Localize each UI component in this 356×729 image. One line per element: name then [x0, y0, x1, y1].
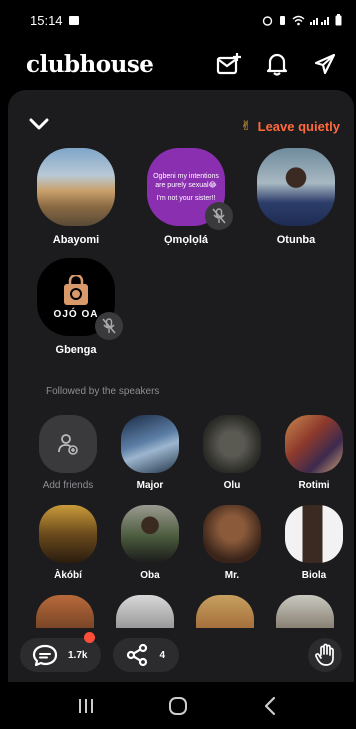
avatar [39, 505, 97, 563]
add-friends-button[interactable]: Add friends [28, 415, 108, 491]
add-person-icon [58, 434, 78, 455]
avatar [39, 415, 97, 473]
listener-name: Rotimi [298, 480, 330, 491]
chevron-down-icon [29, 118, 49, 129]
speaker-tile[interactable]: Ogbeni my intentions are purely sexual😂 … [133, 148, 239, 246]
listener-tile[interactable]: Biola [274, 505, 354, 581]
home-button[interactable] [158, 691, 198, 721]
status-icons [262, 14, 342, 26]
collapse-room-button[interactable] [28, 117, 50, 136]
notifications-button[interactable] [264, 51, 290, 77]
share-count: 4 [159, 649, 166, 661]
listener-name: Add friends [42, 480, 94, 491]
speaker-name: Ọmọlọlá [163, 234, 208, 246]
unread-badge [84, 632, 96, 643]
avatar [203, 415, 261, 473]
room-action-bar: 1.7k 4 [8, 628, 354, 682]
home-icon [169, 696, 187, 715]
share-icon [127, 643, 148, 667]
speaker-tile[interactable]: Abayomi [23, 148, 129, 246]
listener-tile[interactable]: Rotimi [274, 415, 354, 491]
avatar: Ogbeni my intentions are purely sexual😂 … [147, 148, 233, 230]
back-button[interactable] [250, 691, 290, 721]
avatar [116, 595, 174, 628]
listeners-grid: Add friends Major Olu Rotimi Àkóbí Oba M… [8, 397, 354, 581]
app-logo: clubhouse [26, 50, 154, 78]
speaker-name: Gbenga [55, 344, 97, 356]
signal-icon [310, 16, 329, 25]
recent-apps-button[interactable] [66, 691, 106, 721]
wifi-icon [292, 15, 305, 25]
avatar [285, 505, 343, 563]
avatar [121, 505, 179, 563]
avatar [276, 595, 334, 628]
battery-icon [335, 14, 342, 26]
peace-hand-icon: ✌ [240, 118, 252, 133]
listener-name: Biola [301, 570, 327, 581]
leave-quietly-label: Leave quietly [257, 118, 340, 134]
mic-off-icon [212, 208, 226, 224]
avatar [196, 595, 254, 628]
chat-button[interactable]: 1.7k [20, 632, 102, 672]
envelope-plus-icon [216, 53, 241, 75]
avatar: OJÓ OA [37, 258, 123, 340]
avatar [257, 148, 335, 226]
vibrate-icon [280, 15, 285, 25]
new-message-button[interactable] [216, 51, 242, 77]
share-button[interactable]: 4 [113, 638, 180, 672]
raise-hand-button[interactable] [308, 638, 342, 672]
avatar-caption-secondary: I'm not your sister!! [156, 194, 216, 202]
listener-name: Àkóbí [54, 570, 82, 581]
app-header: clubhouse [0, 40, 356, 88]
muted-indicator [205, 202, 233, 230]
send-button[interactable] [312, 51, 338, 77]
logo-text: OJÓ OA [53, 308, 99, 320]
listener-tile[interactable]: Mr. [192, 505, 272, 581]
avatar [203, 505, 261, 563]
avatar [37, 148, 115, 226]
next-listener-row [8, 581, 354, 628]
listener-tile[interactable]: Olu [192, 415, 272, 491]
listener-name: Mr. [224, 570, 240, 581]
listener-name: Major [136, 480, 164, 491]
mic-off-icon [102, 318, 116, 334]
speaker-tile[interactable]: OJÓ OA Gbenga [23, 258, 129, 356]
bell-icon [266, 53, 288, 76]
listener-name: Oba [140, 570, 160, 581]
chat-count: 1.7k [68, 649, 88, 661]
status-bar: 15:14 [0, 0, 356, 40]
chat-bubble-icon [32, 644, 58, 667]
avatar [121, 415, 179, 473]
avatar [285, 415, 343, 473]
listener-tile[interactable]: Oba [110, 505, 190, 581]
alarm-icon [262, 15, 273, 26]
status-time: 15:14 [30, 12, 63, 28]
muted-indicator [95, 312, 123, 340]
leave-quietly-button[interactable]: ✌ Leave quietly [241, 118, 340, 134]
room-panel: ✌ Leave quietly Abayomi Ogbeni my intent… [8, 90, 354, 628]
speaker-name: Otunba [276, 234, 316, 246]
listener-tile[interactable]: Major [110, 415, 190, 491]
listener-tile[interactable]: Àkóbí [28, 505, 108, 581]
listener-name: Olu [223, 480, 241, 491]
recent-apps-icon [79, 698, 93, 713]
system-nav-bar [0, 682, 356, 729]
raise-hand-icon [315, 643, 334, 666]
avatar-caption: Ogbeni my intentions are purely sexual😂 [153, 172, 219, 189]
followed-section-label: Followed by the speakers [46, 386, 160, 397]
gallery-notification-icon [68, 15, 79, 25]
speaker-name: Abayomi [52, 234, 100, 246]
back-chevron-icon [264, 696, 276, 715]
speakers-grid: Abayomi Ogbeni my intentions are purely … [8, 138, 354, 356]
paper-plane-icon [314, 53, 336, 75]
avatar [36, 595, 94, 628]
speaker-tile[interactable]: Otunba [243, 148, 349, 246]
shopping-bag-icon [64, 274, 88, 305]
